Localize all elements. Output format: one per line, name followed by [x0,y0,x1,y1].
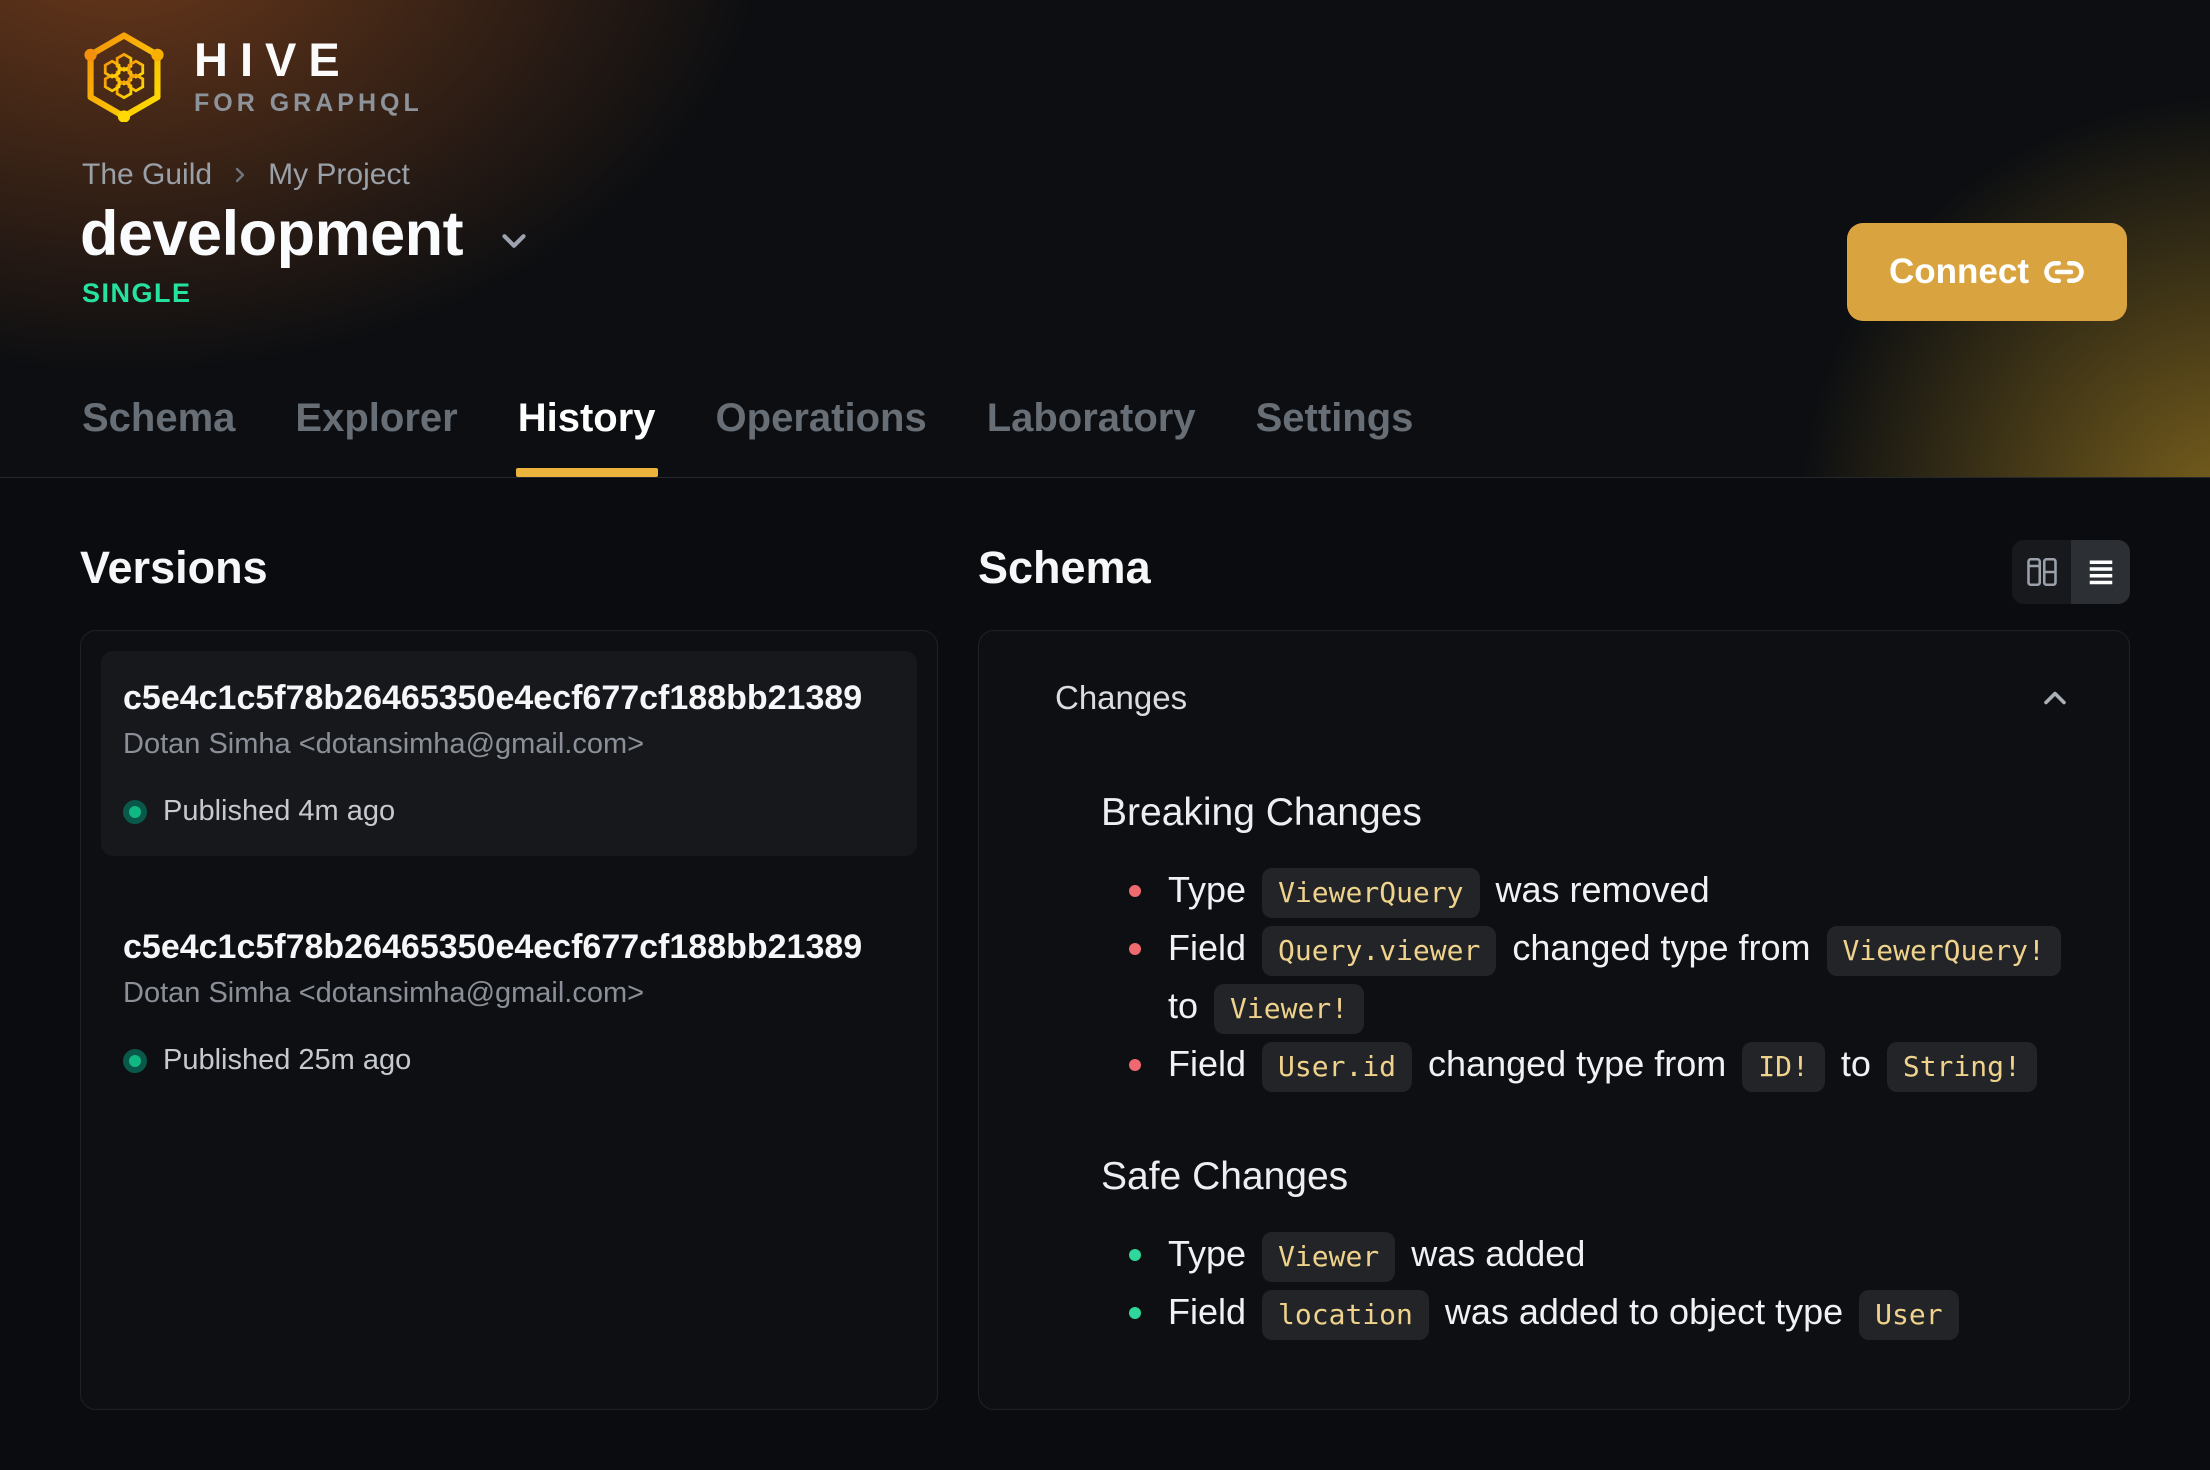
chevron-down-icon[interactable] [495,222,533,260]
schema-column: Schema Changes Breaking Changes Type Vie… [978,540,2130,1410]
change-item: Type ViewerQuery was removed [1101,861,2073,919]
connect-button[interactable]: Connect [1847,223,2127,321]
breaking-bullet-icon [1129,1059,1141,1071]
breaking-bullet-icon [1129,943,1141,955]
tab-schema[interactable]: Schema [80,396,237,477]
code-chip: Viewer [1262,1232,1396,1282]
change-section-safe: Safe Changes Type Viewer was added Field … [1101,1155,2073,1341]
change-item: Field User.id changed type from ID! to S… [1101,1035,2073,1093]
change-item: Type Viewer was added [1101,1225,2073,1283]
brand-logo[interactable]: HIVE FOR GRAPHQL [80,30,423,122]
versions-title: Versions [80,542,268,593]
version-hash: c5e4c1c5f78b26465350e4ecf677cf188bb21389 [123,679,863,717]
change-section-breaking: Breaking Changes Type ViewerQuery was rem… [1101,791,2073,1093]
change-item-text: Field User.id changed type from ID! to S… [1168,1035,2073,1093]
code-chip: User.id [1262,1042,1413,1092]
version-entry[interactable]: c5e4c1c5f78b26465350e4ecf677cf188bb21389… [101,651,917,856]
connect-button-label: Connect [1889,252,2029,291]
version-entry[interactable]: c5e4c1c5f78b26465350e4ecf677cf188bb21389… [101,900,917,1105]
breadcrumb: The Guild My Project [82,158,410,192]
code-chip: ViewerQuery! [1826,926,2061,976]
view-mode-toggle [2012,540,2130,604]
changes-panel: Changes Breaking Changes Type ViewerQuery… [978,630,2130,1410]
code-chip: String! [1886,1042,2037,1092]
version-status-text: Published 25m ago [163,1044,412,1076]
version-status: Published 4m ago [123,795,895,828]
tab-operations[interactable]: Operations [714,396,929,477]
hive-logo-icon [80,30,168,122]
changes-label: Changes [1055,679,1188,716]
changes-body: Breaking Changes Type ViewerQuery was rem… [1055,791,2073,1341]
code-chip: User [1859,1290,1959,1340]
brand-name: HIVE [194,33,352,86]
columns-view-button[interactable] [2012,540,2071,604]
tab-explorer[interactable]: Explorer [293,396,459,477]
safe-change-list: Type Viewer was added Field location was… [1101,1225,2073,1341]
version-status-text: Published 4m ago [163,795,396,827]
code-chip: ViewerQuery [1262,868,1480,918]
tab-bar: Schema Explorer History Operations Laborator… [80,396,1415,477]
version-status: Published 25m ago [123,1044,895,1077]
version-author: Dotan Simha <dotansimha@gmail.com> [123,728,645,760]
change-item: Field Query.viewer changed type from Vie… [1101,919,2073,1035]
change-item-text: Type Viewer was added [1168,1225,2073,1283]
versions-column: Versions c5e4c1c5f78b26465350e4ecf677cf1… [80,542,938,1410]
code-chip: Query.viewer [1262,926,1497,976]
schema-title: Schema [978,542,1151,593]
changes-accordion-header[interactable]: Changes [1055,679,2073,717]
safe-bullet-icon [1129,1307,1141,1319]
breaking-bullet-icon [1129,885,1141,897]
tab-settings[interactable]: Settings [1254,396,1416,477]
version-author: Dotan Simha <dotansimha@gmail.com> [123,977,645,1009]
page-title: development [80,199,464,269]
code-chip: ID! [1742,1042,1825,1092]
code-chip: Viewer! [1214,984,1365,1034]
change-item: Field location was added to object type … [1101,1283,2073,1341]
target-mode-badge: SINGLE [82,278,192,308]
main-content: Versions c5e4c1c5f78b26465350e4ecf677cf1… [0,478,2210,1410]
chevron-up-icon [2037,680,2073,716]
link-icon [2043,251,2085,293]
safe-changes-title: Safe Changes [1101,1155,1349,1198]
change-item-text: Type ViewerQuery was removed [1168,861,2073,919]
breadcrumb-project[interactable]: My Project [268,158,410,192]
breadcrumb-org[interactable]: The Guild [82,158,212,192]
page-header: HIVE FOR GRAPHQL The Guild My Project de… [0,0,2210,478]
published-dot-icon [123,799,147,824]
chevron-right-icon [228,163,252,187]
change-item-text: Field location was added to object type … [1168,1283,2073,1341]
change-item-text: Field Query.viewer changed type from Vie… [1168,919,2073,1035]
list-view-button[interactable] [2071,540,2130,604]
version-hash: c5e4c1c5f78b26465350e4ecf677cf188bb21389 [123,928,863,966]
breaking-change-list: Type ViewerQuery was removed Field Query… [1101,861,2073,1093]
safe-bullet-icon [1129,1249,1141,1261]
versions-panel: c5e4c1c5f78b26465350e4ecf677cf188bb21389… [80,630,938,1410]
tab-history[interactable]: History [515,396,658,477]
tab-laboratory[interactable]: Laboratory [985,396,1198,477]
code-chip: location [1262,1290,1429,1340]
list-icon [2083,554,2119,590]
breaking-changes-title: Breaking Changes [1101,791,1422,834]
published-dot-icon [123,1048,147,1073]
columns-icon [2024,554,2060,590]
brand-tagline: FOR GRAPHQL [194,89,423,117]
